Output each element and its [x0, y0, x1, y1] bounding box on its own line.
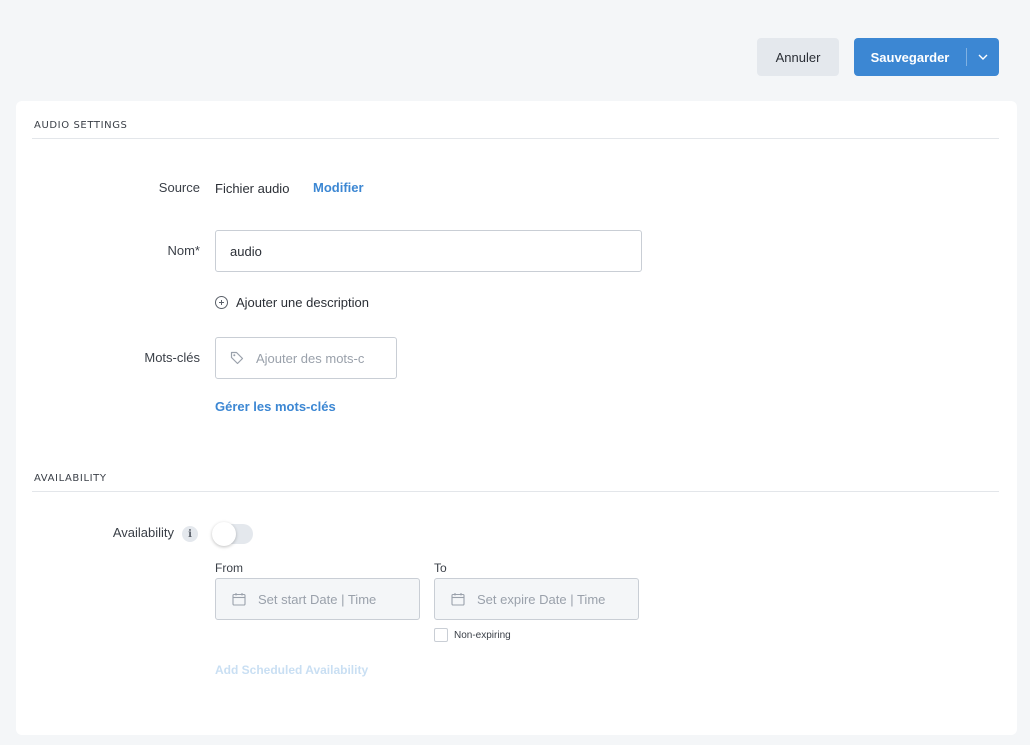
calendar-icon: [451, 593, 465, 606]
expire-date-input[interactable]: Set expire Date | Time: [434, 578, 639, 620]
expire-date-placeholder: Set expire Date | Time: [477, 591, 606, 607]
audio-settings-section-title: AUDIO SETTINGS: [34, 120, 128, 131]
save-button[interactable]: Sauvegarder: [854, 38, 966, 76]
availability-divider: [32, 491, 999, 492]
audio-settings-divider: [32, 138, 999, 139]
availability-label: Availability: [112, 525, 174, 540]
from-label: From: [215, 561, 243, 575]
top-action-bar: Annuler Sauvegarder: [0, 0, 1030, 100]
source-value: Fichier audio: [215, 181, 290, 196]
chevron-down-icon: [978, 54, 988, 60]
cancel-button[interactable]: Annuler: [757, 38, 839, 76]
save-options-dropdown[interactable]: [967, 38, 999, 76]
save-split-button[interactable]: Sauvegarder: [854, 38, 999, 76]
tag-icon: [230, 351, 244, 365]
availability-toggle[interactable]: [212, 522, 253, 546]
info-icon[interactable]: i: [182, 526, 198, 542]
add-scheduled-availability-link: Add Scheduled Availability: [215, 663, 369, 677]
name-label: Nom*: [167, 243, 200, 258]
keywords-input[interactable]: [256, 350, 376, 366]
add-circle-icon: [215, 296, 228, 309]
source-label: Source: [158, 180, 200, 195]
settings-card: AUDIO SETTINGS Source Fichier audio Modi…: [16, 101, 1017, 735]
modify-source-link[interactable]: Modifier: [313, 180, 364, 195]
to-label: To: [434, 561, 447, 575]
toggle-knob: [212, 522, 236, 546]
availability-section-title: AVAILABILITY: [34, 473, 107, 484]
start-date-input[interactable]: Set start Date | Time: [215, 578, 420, 620]
non-expiring-option[interactable]: Non-expiring: [434, 628, 511, 642]
non-expiring-checkbox[interactable]: [434, 628, 448, 642]
keywords-field[interactable]: [215, 337, 397, 379]
calendar-icon: [232, 593, 246, 606]
manage-keywords-link[interactable]: Gérer les mots-clés: [215, 399, 336, 414]
add-description-label: Ajouter une description: [236, 295, 369, 310]
name-input[interactable]: [215, 230, 642, 272]
add-description-button[interactable]: Ajouter une description: [215, 295, 369, 310]
non-expiring-label: Non-expiring: [454, 629, 511, 641]
keywords-label: Mots-clés: [144, 350, 200, 365]
start-date-placeholder: Set start Date | Time: [258, 591, 377, 607]
